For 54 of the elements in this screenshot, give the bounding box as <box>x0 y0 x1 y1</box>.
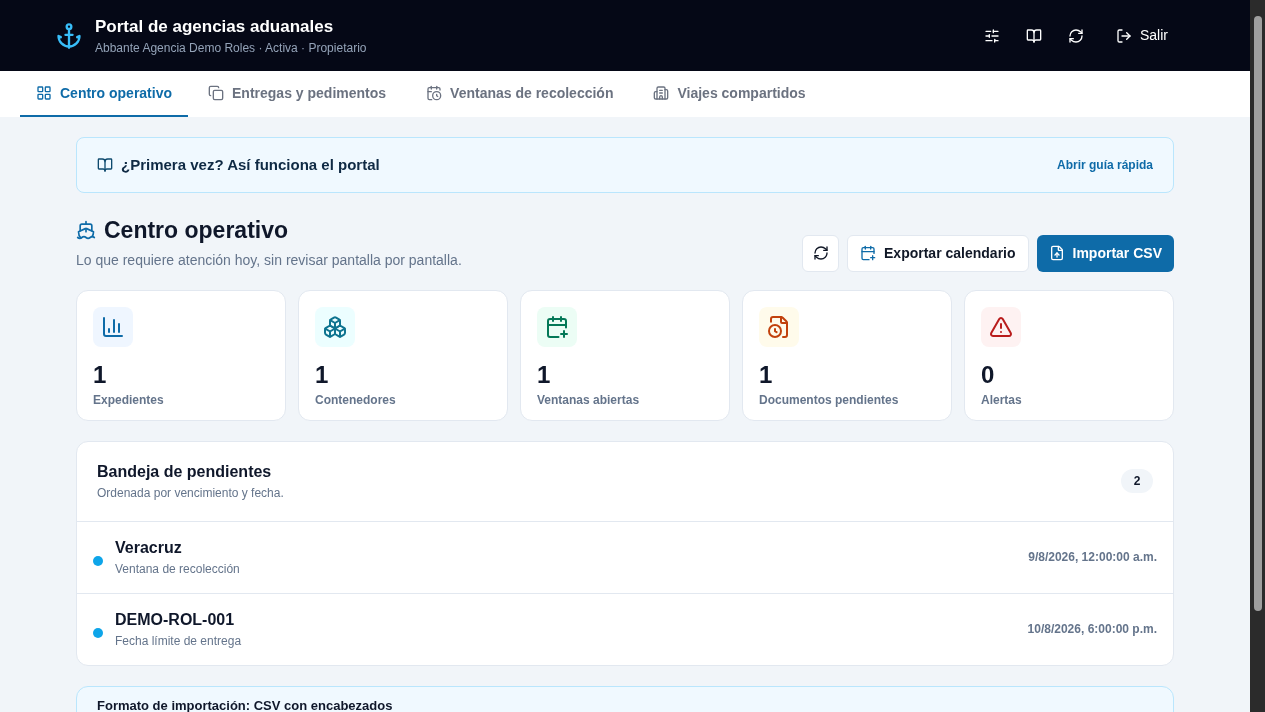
logout-button[interactable]: Salir <box>1116 25 1168 46</box>
stat-value: 1 <box>93 359 108 390</box>
import-format-title: Formato de importación: CSV con encabezados <box>97 697 393 712</box>
book-icon <box>1026 27 1042 44</box>
page-title: Centro operativo <box>104 216 289 245</box>
boxes-icon <box>315 306 355 347</box>
stat-label: Documentos pendientes <box>759 391 900 409</box>
building-icon <box>653 85 670 101</box>
row-date: 10/8/2026, 6:00:00 p.m. <box>1027 621 1157 638</box>
inbox-title: Bandeja de pendientes <box>97 462 273 482</box>
nav-tab[interactable]: Viajes compartidos <box>633 71 826 117</box>
refresh-icon <box>1068 27 1084 44</box>
stat-value: 1 <box>759 359 774 390</box>
calendar-clock-icon <box>426 85 443 101</box>
logout-icon <box>1116 27 1132 44</box>
calendar-plus-icon <box>537 306 577 347</box>
row-title: DEMO-ROL-001 <box>115 610 236 630</box>
import-csv-button[interactable]: Importar CSV <box>1036 234 1174 272</box>
stat-value: 0 <box>981 359 996 390</box>
export-calendar-button[interactable]: Exportar calendario <box>847 234 1029 272</box>
inbox-row[interactable]: Veracruz Ventana de recolección 9/8/2026, 12:00:00 a.m. <box>77 521 1173 594</box>
row-subtitle: Fecha límite de entrega <box>115 633 242 650</box>
page-subtitle: Lo que requiere atención hoy, sin revisar pantalla por pantalla. <box>76 250 462 270</box>
book-icon <box>97 157 113 173</box>
inbox-subtitle: Ordenada por vencimiento y fecha. <box>97 485 284 502</box>
app-subtitle: Abbante Agencia Demo Roles · Activa · Propietario <box>95 39 367 57</box>
row-subtitle: Ventana de recolección <box>115 561 240 578</box>
sliders-icon <box>984 27 1000 44</box>
nav-tab[interactable]: Centro operativo <box>20 71 188 117</box>
stat-label: Ventanas abiertas <box>537 391 641 409</box>
stat-label: Alertas <box>981 391 1023 409</box>
grid-icon <box>36 85 52 101</box>
app-title: Portal de agencias aduanales <box>95 15 335 38</box>
row-date: 9/8/2026, 12:00:00 a.m. <box>1028 549 1157 566</box>
anchor-icon <box>55 21 83 50</box>
reload-button[interactable] <box>802 234 840 272</box>
bar-chart-icon <box>93 306 133 347</box>
refresh-icon <box>812 245 829 261</box>
count-badge: 2 <box>1121 469 1153 493</box>
stat-label: Contenedores <box>315 391 397 409</box>
inbox-row[interactable]: DEMO-ROL-001 Fecha límite de entrega 10/8/2026, 6:00:00 p.m. <box>77 593 1173 665</box>
nav-tab[interactable]: Entregas y pedimentos <box>188 71 407 117</box>
banner-title: ¿Primera vez? Así funciona el portal <box>121 154 380 175</box>
quick-guide-link[interactable]: Abrir guía rápida <box>1056 156 1153 174</box>
calendar-plus-icon <box>860 245 877 261</box>
stat-label: Expedientes <box>93 391 165 409</box>
warning-icon <box>981 306 1021 347</box>
stat-value: 1 <box>315 359 330 390</box>
nav-tab[interactable]: Ventanas de recolección <box>406 71 634 117</box>
copies-icon <box>208 85 224 101</box>
stat-value: 1 <box>537 359 552 390</box>
document-clock-icon <box>759 306 799 347</box>
file-upload-icon <box>1048 245 1065 261</box>
row-title: Veracruz <box>115 538 183 558</box>
